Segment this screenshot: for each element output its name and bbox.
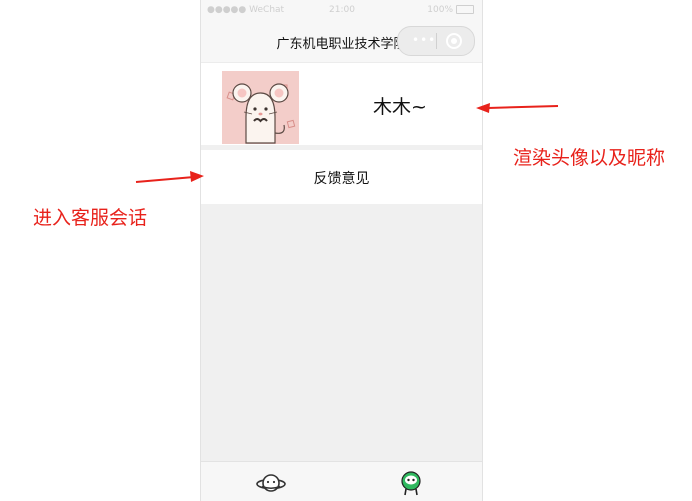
signal-indicator: ●●●●● WeChat [207, 5, 285, 15]
battery-percent: 100% [427, 5, 453, 15]
more-menu-button[interactable]: ••• [412, 33, 436, 47]
user-profile-icon [401, 471, 421, 496]
close-miniprogram-button[interactable] [446, 33, 462, 49]
feedback-button[interactable]: 反馈意见 [201, 150, 482, 204]
battery-icon [456, 5, 474, 14]
tab-profile[interactable] [391, 468, 431, 498]
user-avatar [222, 71, 299, 144]
planet-icon [256, 474, 286, 492]
status-time: 21:00 [329, 5, 355, 15]
arrow-to-feedback-icon [135, 171, 204, 183]
tab-bar [201, 461, 482, 501]
user-nickname: 木木~ [373, 96, 427, 118]
phone-screen: ●●●●● WeChat 21:00 100% 广东机电职业技术学院 ••• 木… [200, 0, 483, 501]
tab-home[interactable] [251, 468, 291, 498]
miniprogram-capsule: ••• [397, 26, 475, 56]
mouse-cartoon-icon [222, 71, 299, 144]
navigation-bar: 广东机电职业技术学院 ••• [201, 22, 482, 63]
profile-card: 木木~ [201, 63, 482, 145]
arrow-to-nickname-icon [476, 103, 559, 113]
capsule-divider [436, 33, 437, 49]
customer-service-note: 进入客服会话 [33, 207, 148, 229]
status-bar: ●●●●● WeChat 21:00 100% [201, 0, 482, 22]
feedback-label: 反馈意见 [313, 171, 370, 187]
render-avatar-note: 渲染头像以及昵称 [513, 147, 666, 169]
battery-indicator: 100% [427, 5, 474, 15]
